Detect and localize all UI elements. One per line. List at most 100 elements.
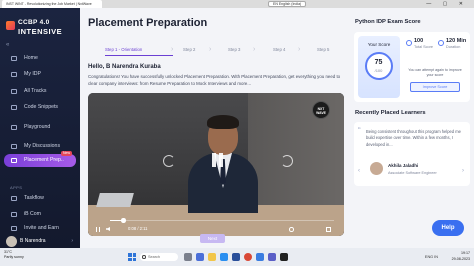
sidebar-item-my-idp[interactable]: My IDP <box>4 68 76 81</box>
windows-start-icon[interactable] <box>128 253 136 261</box>
fullscreen-icon[interactable] <box>326 227 331 232</box>
step-3[interactable]: Step 3 <box>228 44 240 55</box>
sidebar-item-code-snippets[interactable]: Code Snippets <box>4 101 76 114</box>
sidebar-app-invite-and-earn[interactable]: Invite and Earn <box>4 222 76 235</box>
sidebar-item-all-tracks[interactable]: All Tracks <box>4 85 76 98</box>
rewind-icon[interactable] <box>163 155 175 167</box>
logo-line2: INTENSIVE <box>18 27 63 36</box>
task-view-icon[interactable] <box>184 253 192 261</box>
step-1[interactable]: Step 1 - Orientation <box>105 44 142 55</box>
teams-icon[interactable] <box>196 253 204 261</box>
step-4[interactable]: Step 4 <box>273 44 285 55</box>
code-icon <box>11 105 17 110</box>
tray-language[interactable]: ENG IN <box>425 253 438 261</box>
apps-section-label: APPS <box>10 185 23 190</box>
chevron-right-icon: › <box>71 238 73 244</box>
next-button[interactable]: Next <box>200 234 225 243</box>
chevron-left-icon[interactable]: ‹ <box>358 168 360 174</box>
search-icon <box>142 255 146 259</box>
total-score-stat: 100 Total Score <box>406 38 438 52</box>
score-max: /100 <box>374 68 383 73</box>
user-profile[interactable]: B Narendra › <box>4 235 76 249</box>
logo-mark-icon <box>6 21 15 30</box>
help-button[interactable]: Help <box>432 220 464 236</box>
vscode-icon[interactable] <box>256 253 264 261</box>
app-logo[interactable]: CCBP 4.0 INTENSIVE <box>6 16 74 40</box>
home-icon <box>11 56 17 61</box>
tracks-icon <box>11 89 17 94</box>
main-content: Placement Preparation Step 1 - Orientati… <box>80 8 350 248</box>
exam-score-card: Your Score 75 /100 100 Total Score 120 M… <box>354 32 470 102</box>
sidebar: CCBP 4.0 INTENSIVE « Home My IDP All Tra… <box>0 8 80 248</box>
discussions-icon <box>11 144 17 149</box>
your-score-label: Your Score <box>367 42 391 47</box>
pause-icon[interactable] <box>96 227 100 232</box>
sidebar-item-label: iB Com <box>24 211 42 217</box>
duration-label: Duration <box>446 45 461 49</box>
app-icon[interactable] <box>268 253 276 261</box>
sidebar-item-label: All Tracks <box>24 88 47 94</box>
sidebar-item-label: Home <box>24 55 38 61</box>
sidebar-item-home[interactable]: Home <box>4 52 76 65</box>
weather-desc: Partly sunny <box>4 255 24 259</box>
improve-score-button[interactable]: Improve Score <box>410 82 460 92</box>
sidebar-item-label: Invite and Earn <box>24 225 59 231</box>
greeting: Hello, B Narendra Kuraba <box>88 64 161 70</box>
taskflow-icon <box>11 196 17 201</box>
chevron-right-icon[interactable]: › <box>462 168 464 174</box>
forward-icon[interactable] <box>281 155 293 167</box>
step-5[interactable]: Step 5 <box>317 44 329 55</box>
chevron-right-icon: › <box>253 46 256 53</box>
browser-chrome: INST WINT - Revolutionizing the Job Mark… <box>0 0 474 8</box>
pause-icon[interactable] <box>210 153 224 169</box>
weather-widget[interactable]: 31°C Partly sunny <box>4 250 24 260</box>
video-player[interactable]: NXT WAVE 0:08 / 2:11 <box>88 93 344 236</box>
total-score-value: 100 <box>414 38 424 44</box>
video-progress-bar[interactable] <box>110 218 334 223</box>
video-progress-handle[interactable] <box>121 218 126 223</box>
taskbar: 31°C Partly sunny Search ENG IN 19:17 29… <box>0 248 474 266</box>
ib-com-icon <box>11 212 17 217</box>
total-score-label: Total Score <box>414 45 433 49</box>
settings-icon[interactable] <box>289 227 294 232</box>
sidebar-app-taskflow[interactable]: Taskflow <box>4 192 76 205</box>
chevron-right-icon: › <box>171 46 174 53</box>
sidebar-app-ib-com[interactable]: iB Com <box>4 208 76 221</box>
learner-name: Akhila Jaladhi <box>388 163 419 168</box>
learner-avatar <box>370 162 383 175</box>
clock[interactable]: 19:17 29-08-2023 <box>452 250 470 262</box>
chrome-icon[interactable] <box>244 253 252 261</box>
volume-icon[interactable] <box>106 227 110 231</box>
edge-icon[interactable] <box>220 253 228 261</box>
right-panel: Python IDP Exam Score Your Score 75 /100… <box>350 8 474 248</box>
learner-role: Associate Software Engineer <box>388 171 437 175</box>
score-value: 75 <box>374 59 383 66</box>
sidebar-item-label: Taskflow <box>24 195 44 201</box>
file-explorer-icon[interactable] <box>208 253 216 261</box>
step-2[interactable]: Step 2 <box>183 44 195 55</box>
page-title: Placement Preparation <box>88 17 208 29</box>
sidebar-item-playground[interactable]: Playground <box>4 121 76 134</box>
chevron-right-icon: › <box>298 46 301 53</box>
sidebar-item-label: Placement Prep.. <box>24 157 64 163</box>
store-icon[interactable] <box>232 253 240 261</box>
browser-tab[interactable]: INST WINT - Revolutionizing the Job Mark… <box>2 0 102 8</box>
intro-text: Congratulations! You have successfully u… <box>88 74 341 86</box>
sidebar-item-label: My Discussions <box>24 143 61 149</box>
clock-date: 29-08-2023 <box>451 257 470 261</box>
sidebar-item-label: My IDP <box>24 71 42 77</box>
sidebar-item-label: Code Snippets <box>24 104 59 110</box>
language-selector[interactable]: EN English (India) <box>268 1 307 7</box>
presenter-hair <box>207 115 239 129</box>
exam-score-title: Python IDP Exam Score <box>355 19 421 25</box>
sidebar-item-placement-prep[interactable]: Placement Prep.. New <box>4 151 76 167</box>
step-1-indicator <box>105 55 173 57</box>
avatar <box>6 236 17 247</box>
terminal-icon[interactable] <box>280 253 288 261</box>
idp-icon <box>11 72 17 77</box>
window-controls[interactable]: — ▢ ✕ <box>426 0 468 8</box>
new-badge: New <box>60 151 72 156</box>
taskbar-search[interactable]: Search <box>140 253 178 261</box>
quote-icon: “ <box>358 126 361 135</box>
collapse-sidebar-icon[interactable]: « <box>6 42 9 48</box>
